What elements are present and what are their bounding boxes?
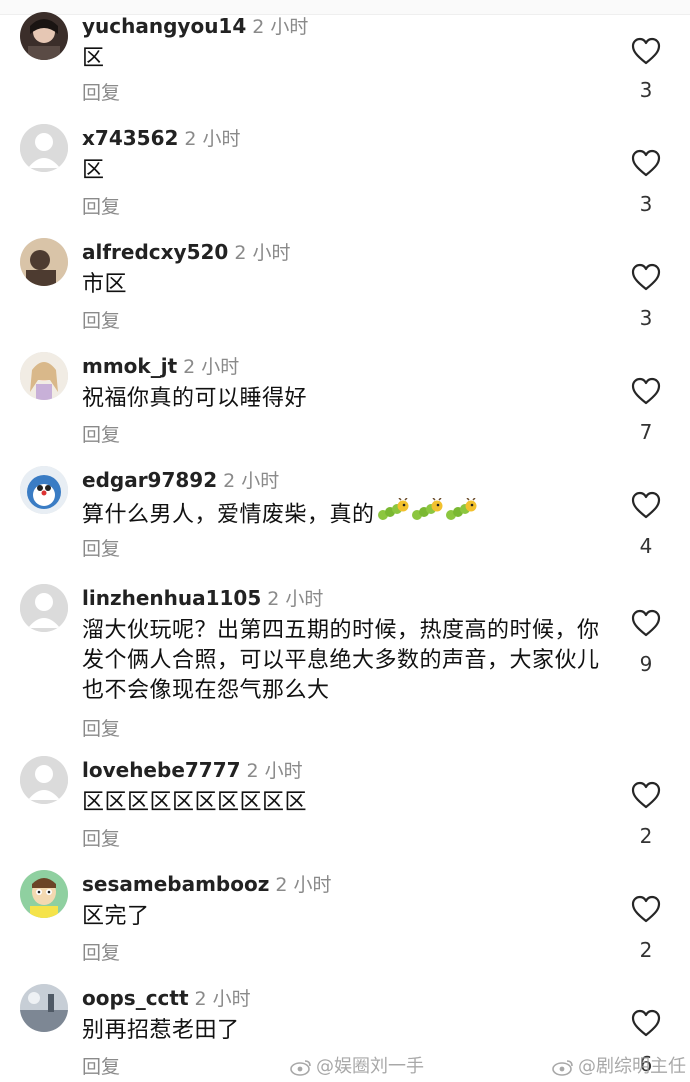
like-button[interactable]	[630, 376, 662, 406]
like-count: 2	[639, 938, 653, 962]
like-button[interactable]	[630, 780, 662, 810]
heart-outline-icon	[631, 609, 661, 637]
comment-meta: mmok_jt 2 小时	[82, 352, 239, 378]
timestamp: 2 小时	[183, 356, 240, 378]
watermark-right: @剧综明主任	[552, 1052, 686, 1081]
heart-outline-icon	[631, 781, 661, 809]
username[interactable]: sesamebambooz	[82, 872, 269, 896]
comment-text: 市区	[82, 272, 128, 297]
avatar[interactable]	[20, 466, 68, 514]
like-count: 3	[639, 78, 653, 102]
comment-text: 祝福你真的可以睡得好	[82, 386, 308, 411]
avatar-cartoon-icon	[20, 870, 68, 918]
comment-text: 溜大伙玩呢？出第四五期的时候，热度高的时候，你发个俩人合照，可以平息绝大多数的声…	[82, 618, 600, 703]
username[interactable]: oops_cctt	[82, 986, 189, 1010]
username[interactable]: edgar97892	[82, 468, 217, 492]
caterpillar-emoji-icon	[445, 497, 477, 533]
default-avatar-icon	[20, 756, 68, 804]
default-avatar-icon	[20, 124, 68, 172]
comment-meta: oops_cctt 2 小时	[82, 984, 251, 1010]
avatar-cartoon-icon	[20, 466, 68, 514]
comment-text: 别再招惹老田了	[82, 1018, 240, 1043]
like-count: 9	[639, 652, 653, 676]
comment-meta: x743562 2 小时	[82, 124, 241, 150]
reply-button[interactable]: 回复	[82, 420, 120, 447]
timestamp: 2 小时	[267, 588, 324, 610]
comment-meta: alfredcxy520 2 小时	[82, 238, 290, 264]
heart-outline-icon	[631, 491, 661, 519]
username[interactable]: linzhenhua1105	[82, 586, 261, 610]
username[interactable]: x743562	[82, 126, 178, 150]
username[interactable]: yuchangyou14	[82, 14, 246, 38]
heart-outline-icon	[631, 1009, 661, 1037]
timestamp: 2 小时	[234, 242, 291, 264]
like-button[interactable]	[630, 894, 662, 924]
avatar[interactable]	[20, 984, 68, 1032]
comment-meta: lovehebe7777 2 小时	[82, 756, 303, 782]
avatar[interactable]	[20, 352, 68, 400]
heart-outline-icon	[631, 263, 661, 291]
like-button[interactable]	[630, 262, 662, 292]
comment-text: 区	[82, 158, 105, 183]
heart-outline-icon	[631, 37, 661, 65]
comment-text: 算什么男人，爱情废柴，真的	[82, 497, 602, 533]
comment-text: 区	[82, 46, 105, 71]
reply-button[interactable]: 回复	[82, 714, 120, 741]
like-button[interactable]	[630, 1008, 662, 1038]
timestamp: 2 小时	[223, 470, 280, 492]
heart-outline-icon	[631, 895, 661, 923]
avatar-photo-icon	[20, 12, 68, 60]
avatar[interactable]	[20, 124, 68, 172]
avatar[interactable]	[20, 756, 68, 804]
like-count: 2	[639, 824, 653, 848]
reply-button[interactable]: 回复	[82, 192, 120, 219]
avatar-illustration-icon	[20, 352, 68, 400]
comment-text-content: 算什么男人，爱情废柴，真的	[82, 502, 375, 528]
like-count: 3	[639, 192, 653, 216]
timestamp: 2 小时	[252, 16, 309, 38]
reply-button[interactable]: 回复	[82, 306, 120, 333]
reply-button[interactable]: 回复	[82, 824, 120, 851]
watermark-left-text: @娱圈刘一手	[316, 1056, 424, 1077]
username[interactable]: lovehebe7777	[82, 758, 241, 782]
comment-meta: edgar97892 2 小时	[82, 466, 279, 492]
comment-meta: yuchangyou14 2 小时	[82, 12, 308, 38]
reply-button[interactable]: 回复	[82, 938, 120, 965]
username[interactable]: alfredcxy520	[82, 240, 228, 264]
comment-text: 区区区区区区区区区区	[82, 790, 308, 815]
reply-button[interactable]: 回复	[82, 78, 120, 105]
username[interactable]: mmok_jt	[82, 354, 177, 378]
like-button[interactable]	[630, 490, 662, 520]
timestamp: 2 小时	[246, 760, 303, 782]
avatar[interactable]	[20, 584, 68, 632]
timestamp: 2 小时	[194, 988, 251, 1010]
weibo-logo-icon	[552, 1058, 574, 1081]
reply-button[interactable]: 回复	[82, 534, 120, 561]
like-count: 3	[639, 306, 653, 330]
like-button[interactable]	[630, 608, 662, 638]
avatar-photo-icon	[20, 984, 68, 1032]
like-button[interactable]	[630, 36, 662, 66]
avatar[interactable]	[20, 870, 68, 918]
heart-outline-icon	[631, 149, 661, 177]
watermark-right-text: @剧综明主任	[578, 1056, 686, 1077]
comment-meta: linzhenhua1105 2 小时	[82, 584, 323, 610]
watermark-left: @娱圈刘一手	[290, 1052, 424, 1081]
reply-button[interactable]: 回复	[82, 1052, 120, 1079]
heart-outline-icon	[631, 377, 661, 405]
comment-meta: sesamebambooz 2 小时	[82, 870, 332, 896]
avatar[interactable]	[20, 238, 68, 286]
timestamp: 2 小时	[184, 128, 241, 150]
like-button[interactable]	[630, 148, 662, 178]
caterpillar-emoji-icon	[411, 497, 443, 533]
like-count: 7	[639, 420, 653, 444]
caterpillar-emoji-icon	[377, 497, 409, 533]
avatar[interactable]	[20, 12, 68, 60]
weibo-logo-icon	[290, 1058, 312, 1081]
like-count: 4	[639, 534, 653, 558]
comment-text: 区完了	[82, 904, 150, 929]
timestamp: 2 小时	[275, 874, 332, 896]
default-avatar-icon	[20, 584, 68, 632]
avatar-photo-icon	[20, 238, 68, 286]
